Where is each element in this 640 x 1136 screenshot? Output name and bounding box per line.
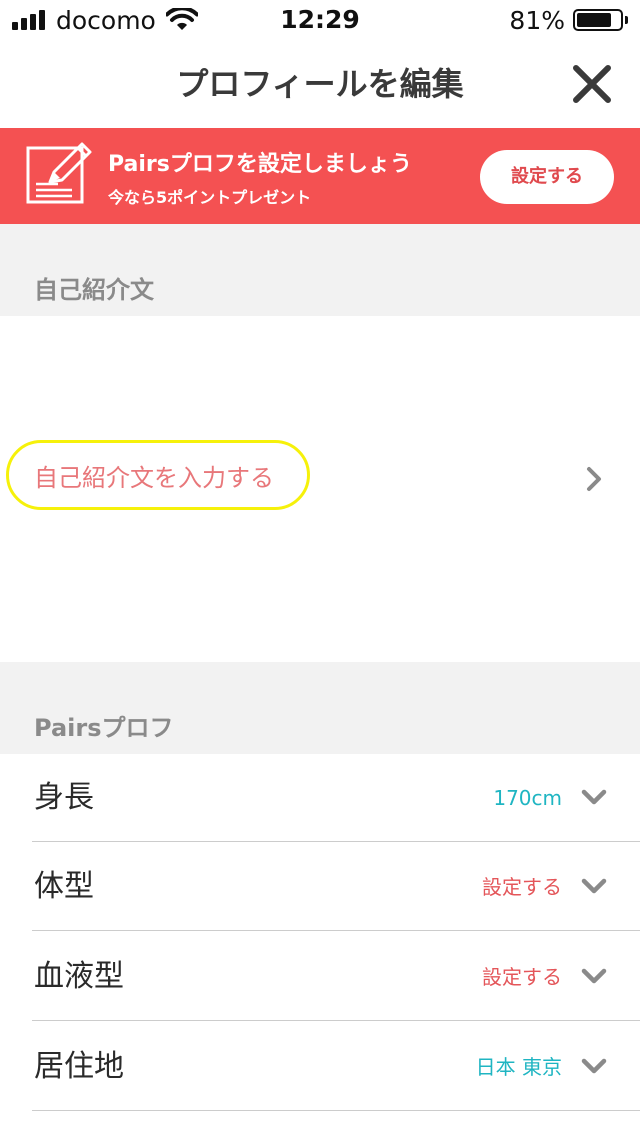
chevron-down-icon (581, 789, 607, 805)
battery-icon (573, 9, 623, 31)
banner-setup-button[interactable]: 設定する (480, 150, 614, 204)
banner-title: Pairsプロフを設定しましょう (108, 152, 412, 177)
row-divider (32, 1020, 640, 1021)
nav-bar: プロフィールを編集 (0, 40, 640, 128)
row-label: 血液型 (34, 959, 124, 994)
intro-placeholder: 自己紹介文を入力する (34, 464, 274, 492)
row-blood-type[interactable]: 血液型 設定する (0, 933, 640, 1021)
intro-text-row[interactable]: 自己紹介文を入力する (0, 316, 640, 662)
row-label: 居住地 (34, 1049, 124, 1084)
row-height[interactable]: 身長 170cm (0, 754, 640, 842)
section-header-pairs-prof: Pairsプロフ (0, 662, 640, 754)
row-value: 日本 東京 (475, 1055, 562, 1079)
chevron-down-icon (581, 878, 607, 894)
close-button[interactable] (568, 60, 616, 108)
close-icon (573, 65, 611, 103)
battery-percent: 81% (509, 5, 565, 35)
status-bar-right: 81% (509, 5, 628, 35)
section-title-pairs-prof: Pairsプロフ (34, 714, 174, 742)
row-divider (32, 930, 640, 931)
row-value: 170cm (493, 786, 562, 810)
edit-note-icon (26, 142, 92, 204)
row-residence[interactable]: 居住地 日本 東京 (0, 1023, 640, 1111)
banner-subtitle: 今なら5ポイントプレゼント (108, 188, 312, 207)
battery-level-fill (577, 13, 612, 27)
row-value: 設定する (482, 965, 562, 989)
pairs-prof-banner: Pairsプロフを設定しましょう 今なら5ポイントプレゼント 設定する (0, 128, 640, 224)
row-body-type[interactable]: 体型 設定する (0, 843, 640, 931)
row-divider (32, 1110, 640, 1111)
row-label: 体型 (34, 869, 94, 904)
row-label: 身長 (34, 780, 94, 815)
battery-cap (625, 16, 628, 24)
row-divider (32, 841, 640, 842)
status-bar: docomo 12:29 81% (0, 0, 640, 40)
chevron-right-icon (587, 467, 601, 491)
section-header-intro: 自己紹介文 (0, 224, 640, 316)
chevron-down-icon (581, 1058, 607, 1074)
chevron-down-icon (581, 968, 607, 984)
section-title-intro: 自己紹介文 (34, 276, 154, 304)
page-title: プロフィールを編集 (176, 65, 464, 103)
row-value: 設定する (482, 875, 562, 899)
